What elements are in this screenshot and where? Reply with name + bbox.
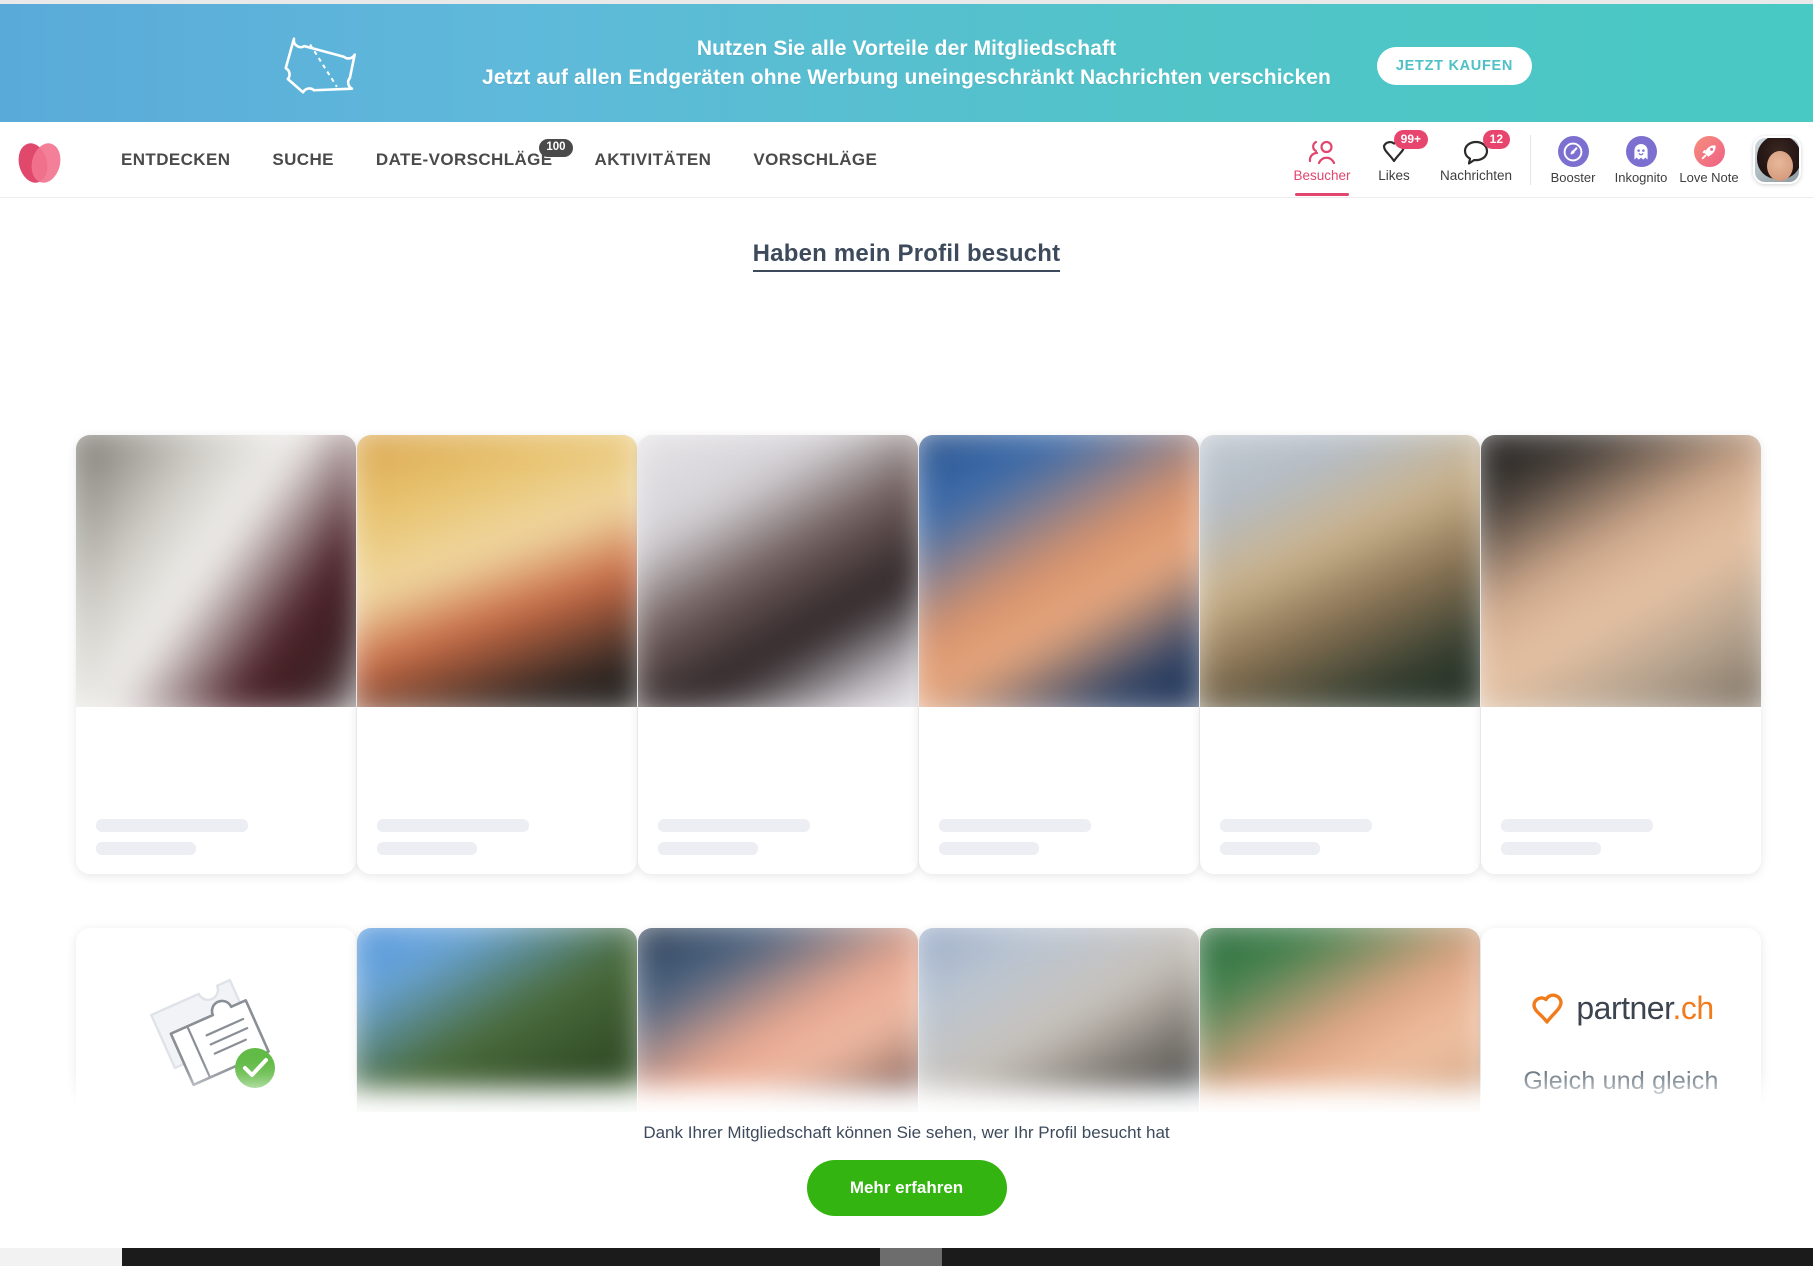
placeholder-line [1501, 819, 1653, 832]
profile-photo-blurred [1200, 435, 1480, 718]
visitor-card[interactable] [919, 435, 1199, 874]
card-body [1481, 707, 1761, 874]
placeholder-line [1501, 842, 1601, 855]
placeholder-line [1220, 819, 1372, 832]
visitors-grid: partner.ch Gleich und gleich [0, 0, 1813, 1266]
app-root: Nutzen Sie alle Vorteile der Mitgliedsch… [0, 0, 1813, 1266]
placeholder-line [939, 842, 1039, 855]
profile-photo-blurred [1481, 435, 1761, 718]
profile-photo-blurred [919, 435, 1199, 718]
scrollbar-thumb[interactable] [880, 1248, 942, 1266]
placeholder-line [939, 819, 1091, 832]
profile-photo-blurred [76, 435, 356, 718]
profile-photo-blurred [357, 435, 637, 718]
profile-photo-blurred [638, 435, 918, 718]
placeholder-line [96, 842, 196, 855]
placeholder-line [658, 819, 810, 832]
visitor-card[interactable] [1200, 435, 1480, 874]
placeholder-line [96, 819, 248, 832]
membership-cta-overlay: Dank Ihrer Mitgliedschaft können Sie seh… [0, 1112, 1813, 1248]
visitor-card[interactable] [638, 435, 918, 874]
brand-tagline: Gleich und gleich [1523, 1067, 1719, 1095]
placeholder-line [377, 842, 477, 855]
scrollbar-track [0, 1248, 122, 1266]
placeholder-line [1220, 842, 1320, 855]
learn-more-button[interactable]: Mehr erfahren [806, 1160, 1007, 1216]
placeholder-line [377, 819, 529, 832]
brand-name: partner.ch [1576, 990, 1714, 1026]
visitor-card[interactable] [1481, 435, 1761, 874]
overlay-message: Dank Ihrer Mitgliedschaft können Sie seh… [643, 1123, 1170, 1142]
placeholder-line [658, 842, 758, 855]
visitor-card[interactable] [357, 435, 637, 874]
card-body [357, 707, 637, 874]
card-body [919, 707, 1199, 874]
partner-logo: partner.ch [1528, 990, 1714, 1027]
orange-heart-icon [1532, 993, 1564, 1024]
card-body [638, 707, 918, 874]
card-body [1200, 707, 1480, 874]
ticket-check-icon [150, 978, 275, 1088]
visitor-card[interactable] [76, 435, 356, 874]
card-body [76, 707, 356, 874]
horizontal-scrollbar[interactable] [0, 1248, 1813, 1266]
window-top-strip [0, 0, 1813, 4]
